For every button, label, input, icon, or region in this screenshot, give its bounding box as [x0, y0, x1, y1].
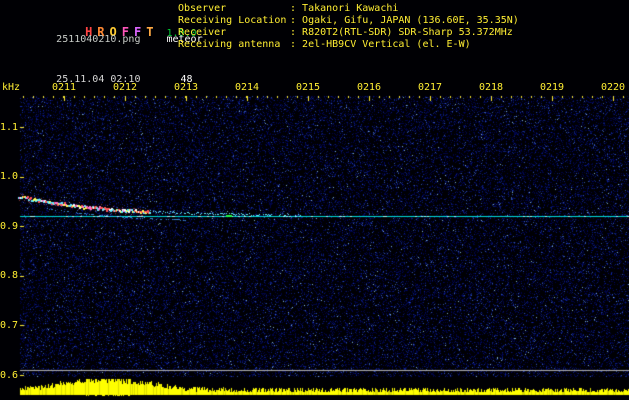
time-tick-label: 0213 [173, 82, 199, 93]
freq-tick-label: 0.6 [0, 370, 19, 381]
info-label: Receiving antenna [178, 39, 281, 50]
info-value: Ogaki, Gifu, JAPAN (136.60E, 35.35N) [290, 15, 519, 27]
info-label: Receiving Location [178, 15, 287, 26]
freq-tick-label: 0.8 [0, 270, 19, 281]
info-row-location: Receiving LocationOgaki, Gifu, JAPAN (13… [178, 15, 519, 27]
hrofft-screen: H R O F F T 1.0.0 2511040210.png meteor 25.11.0… [0, 0, 629, 400]
time-tick-label: 0215 [295, 82, 321, 93]
time-tick-label: 0214 [234, 82, 260, 93]
time-tick-label: 0219 [539, 82, 565, 93]
info-value: R820T2(RTL-SDR) SDR-Sharp 53.372MHz [290, 27, 513, 39]
time-tick-label: 0211 [51, 82, 77, 93]
freq-axis-unit: kHz [2, 82, 21, 93]
time-tick-label: 0216 [356, 82, 382, 93]
time-tick-label: 0218 [478, 82, 504, 93]
info-value: 2el-HB9CV Vertical (el. E-W) [290, 39, 471, 51]
observation-info: Observer Takanori Kawachi Receiving Locat… [178, 3, 519, 51]
info-row-receiver: Receiver R820T2(RTL-SDR) SDR-Sharp 53.372… [178, 27, 519, 39]
freq-tick-label: 1.0 [0, 171, 19, 182]
info-row-antenna: Receiving antenna 2el-HB9CV Vertical (el.… [178, 39, 519, 51]
time-tick-label: 0220 [600, 82, 626, 93]
app-logo: H R O F F T 1.0.0 [8, 2, 203, 39]
freq-tick-label: 1.1 [0, 122, 19, 133]
header: H R O F F T 1.0.0 2511040210.png meteor 25.11.0… [0, 0, 629, 85]
info-value: Takanori Kawachi [290, 3, 398, 15]
freq-tick-label: 0.9 [0, 221, 19, 232]
freq-tick-label: 0.7 [0, 320, 19, 331]
time-tick-label: 0217 [417, 82, 443, 93]
info-row-observer: Observer Takanori Kawachi [178, 3, 519, 15]
info-label: Observer [178, 3, 227, 14]
info-label: Receiver [178, 27, 227, 38]
output-filename: 2511040210.png [56, 34, 141, 45]
time-tick-label: 0212 [112, 82, 138, 93]
